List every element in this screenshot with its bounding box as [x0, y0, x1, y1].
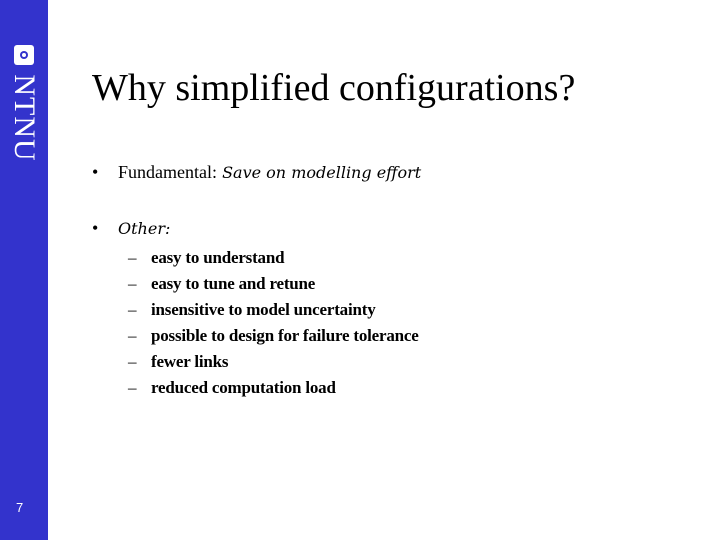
logo-dot: [20, 51, 28, 59]
list-item: – fewer links: [128, 350, 419, 376]
bullet-fundamental: • Fundamental: Save on modelling effort: [92, 162, 421, 183]
bullet-text: Other:: [118, 219, 171, 238]
list-item-text: reduced computation load: [151, 378, 336, 397]
ntnu-logo-icon: [14, 45, 34, 65]
sub-bullet-list: – easy to understand – easy to tune and re…: [128, 246, 419, 402]
logo-text: NTNU: [8, 74, 41, 162]
slide-title: Why simplified configurations?: [92, 67, 576, 109]
list-item: – possible to design for failure toleranc…: [128, 324, 419, 350]
dash-marker: –: [128, 300, 137, 319]
dash-marker: –: [128, 352, 137, 371]
dash-marker: –: [128, 248, 137, 267]
bullet-text: Save on modelling effort: [216, 163, 422, 182]
bullet-other: • Other:: [92, 218, 170, 239]
bullet-marker: •: [92, 218, 99, 238]
sidebar: NTNU 7: [0, 0, 48, 540]
list-item-text: possible to design for failure tolerance: [151, 326, 419, 345]
logo-dot-inner: [22, 53, 26, 57]
dash-marker: –: [128, 274, 137, 293]
list-item: – insensitive to model uncertainty: [128, 298, 419, 324]
list-item-text: insensitive to model uncertainty: [151, 300, 376, 319]
page-number: 7: [16, 500, 24, 515]
list-item: – reduced computation load: [128, 376, 419, 402]
bullet-marker: •: [92, 162, 99, 182]
list-item: – easy to understand: [128, 246, 419, 272]
dash-marker: –: [128, 326, 137, 345]
list-item: – easy to tune and retune: [128, 272, 419, 298]
list-item-text: fewer links: [151, 352, 229, 371]
list-item-text: easy to understand: [151, 248, 285, 267]
bullet-label: Fundamental:: [118, 162, 217, 182]
dash-marker: –: [128, 378, 137, 397]
list-item-text: easy to tune and retune: [151, 274, 316, 293]
